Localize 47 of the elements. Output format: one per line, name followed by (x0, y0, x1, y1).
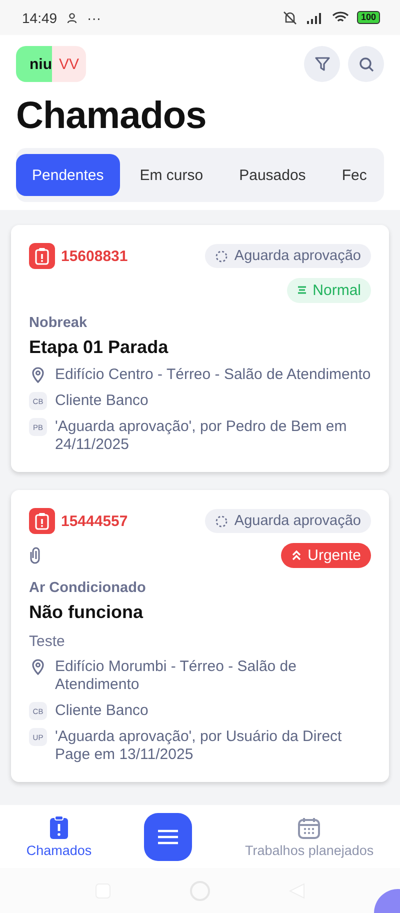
location-pin-icon (29, 366, 47, 384)
wifi-icon (332, 11, 349, 24)
priority-badge: Urgente (280, 542, 371, 568)
clipboard-alert-icon (29, 243, 55, 269)
location-pin-icon (29, 658, 47, 676)
filter-icon (314, 56, 330, 72)
ticket-category: Nobreak (29, 315, 88, 331)
filter-tab[interactable]: Fec (326, 154, 383, 196)
filter-button[interactable] (304, 46, 340, 82)
app-logo: niu (16, 46, 52, 82)
ticket-number: 15608831 (61, 248, 128, 264)
ticket-description: Teste (29, 633, 66, 650)
clipboard-alert-icon (29, 508, 55, 534)
status-badge: Aguarda aprovação (205, 244, 371, 268)
page-title: Chamados (16, 95, 208, 138)
ticket-category: Ar Condicionado (29, 580, 147, 596)
detail-text: Cliente Banco (55, 392, 148, 410)
detail-text: 'Aguarda aprovação', por Usuário da Direct Page em 13/11/2025 (55, 728, 343, 764)
ticket-title: Não funciona (29, 602, 144, 623)
more-notifications: ··· (87, 10, 102, 26)
priority-badge: Normal (286, 278, 371, 302)
detail-text: 'Aguarda aprovação', por Pedro de Bem em 24/11/2025 (55, 418, 348, 454)
ticket-number: 15444557 (61, 512, 128, 530)
calendar-icon (297, 816, 322, 840)
menu-icon (157, 828, 180, 844)
dashed-circle-icon (215, 250, 228, 262)
location-text: Edifício Centro - Térreo - Salão de Atendimento (55, 366, 371, 384)
ticket-title: Etapa 01 Parada (29, 337, 170, 358)
location-text: Edifício Morumbi - Térreo - Salão de Atendimento (55, 658, 298, 694)
filter-tab[interactable]: Pausados (223, 154, 322, 196)
search-icon (358, 56, 374, 72)
filter-tab[interactable]: Em curso (124, 154, 220, 196)
nav-tab[interactable]: Chamados (26, 816, 92, 858)
clipboard-alert-icon (48, 816, 69, 840)
menu-button[interactable] (144, 812, 192, 860)
user-avatar[interactable]: VV (52, 46, 86, 82)
equals-icon (296, 285, 307, 295)
status-badge: Aguarda aprovação (205, 509, 371, 533)
battery-level: 100 (356, 11, 380, 24)
search-button[interactable] (348, 46, 384, 82)
status-time: 14:49 (22, 10, 58, 26)
dashed-circle-icon (215, 514, 228, 528)
detail-text: Cliente Banco (55, 702, 148, 720)
double-chevron-up-icon (290, 550, 302, 560)
muted-bell-icon (282, 10, 298, 24)
signal-icon (306, 12, 324, 24)
filter-tab[interactable]: Pendentes (16, 154, 120, 196)
